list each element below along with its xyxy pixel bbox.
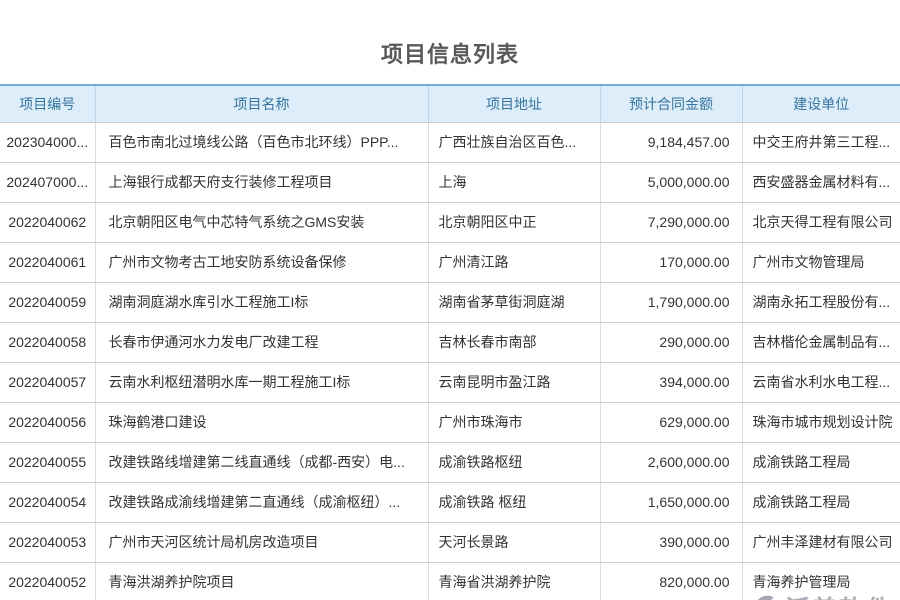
cell-addr: 广西壮族自治区百色... xyxy=(428,122,600,162)
cell-addr: 吉林长春市南部 xyxy=(428,322,600,362)
cell-code: 2022040057 xyxy=(0,362,95,402)
cell-unit: 西安盛器金属材料有... xyxy=(742,162,900,202)
cell-code: 2022040059 xyxy=(0,282,95,322)
cell-amount: 390,000.00 xyxy=(600,522,742,562)
cell-unit: 珠海市城市规划设计院 xyxy=(742,402,900,442)
cell-code: 2022040055 xyxy=(0,442,95,482)
table-row[interactable]: 202407000...上海银行成都天府支行装修工程项目上海5,000,000.… xyxy=(0,162,900,202)
cell-unit: 广州丰泽建材有限公司 xyxy=(742,522,900,562)
table-row[interactable]: 2022040061广州市文物考古工地安防系统设备保修广州清江路170,000.… xyxy=(0,242,900,282)
cell-unit: 中交王府井第三工程... xyxy=(742,122,900,162)
cell-code: 2022040052 xyxy=(0,562,95,600)
cell-code: 2022040062 xyxy=(0,202,95,242)
cell-unit: 广州市文物管理局 xyxy=(742,242,900,282)
cell-name: 广州市天河区统计局机房改造项目 xyxy=(95,522,428,562)
cell-code: 2022040054 xyxy=(0,482,95,522)
cell-name: 珠海鹤港口建设 xyxy=(95,402,428,442)
table-header-row: 项目编号 项目名称 项目地址 预计合同金额 建设单位 xyxy=(0,85,900,122)
cell-unit: 云南省水利水电工程... xyxy=(742,362,900,402)
cell-addr: 湖南省茅草街洞庭湖 xyxy=(428,282,600,322)
table-row[interactable]: 2022040056珠海鹤港口建设广州市珠海市629,000.00珠海市城市规划… xyxy=(0,402,900,442)
cell-name: 百色市南北过境线公路（百色市北环线）PPP... xyxy=(95,122,428,162)
cell-amount: 290,000.00 xyxy=(600,322,742,362)
cell-unit: 成渝铁路工程局 xyxy=(742,442,900,482)
cell-amount: 2,600,000.00 xyxy=(600,442,742,482)
cell-addr: 天河长景路 xyxy=(428,522,600,562)
table-body: 202304000...百色市南北过境线公路（百色市北环线）PPP...广西壮族… xyxy=(0,122,900,600)
cell-addr: 北京朝阳区中正 xyxy=(428,202,600,242)
table-row[interactable]: 2022040053广州市天河区统计局机房改造项目天河长景路390,000.00… xyxy=(0,522,900,562)
cell-name: 湖南洞庭湖水库引水工程施工I标 xyxy=(95,282,428,322)
cell-amount: 1,790,000.00 xyxy=(600,282,742,322)
cell-name: 长春市伊通河水力发电厂改建工程 xyxy=(95,322,428,362)
cell-amount: 7,290,000.00 xyxy=(600,202,742,242)
cell-code: 2022040056 xyxy=(0,402,95,442)
table-row[interactable]: 2022040062北京朝阳区电气中芯特气系统之GMS安装北京朝阳区中正7,29… xyxy=(0,202,900,242)
cell-code: 202304000... xyxy=(0,122,95,162)
column-header-code[interactable]: 项目编号 xyxy=(0,85,95,122)
cell-name: 青海洪湖养护院项目 xyxy=(95,562,428,600)
cell-code: 2022040061 xyxy=(0,242,95,282)
cell-amount: 1,650,000.00 xyxy=(600,482,742,522)
cell-name: 北京朝阳区电气中芯特气系统之GMS安装 xyxy=(95,202,428,242)
cell-amount: 394,000.00 xyxy=(600,362,742,402)
cell-unit: 北京天得工程有限公司 xyxy=(742,202,900,242)
page-title: 项目信息列表 xyxy=(0,42,900,68)
cell-name: 改建铁路成渝线增建第二直通线（成渝枢纽）... xyxy=(95,482,428,522)
table-row[interactable]: 2022040058长春市伊通河水力发电厂改建工程吉林长春市南部290,000.… xyxy=(0,322,900,362)
cell-addr: 上海 xyxy=(428,162,600,202)
cell-name: 广州市文物考古工地安防系统设备保修 xyxy=(95,242,428,282)
table-row[interactable]: 2022040052青海洪湖养护院项目青海省洪湖养护院820,000.00青海养… xyxy=(0,562,900,600)
cell-unit: 青海养护管理局 xyxy=(742,562,900,600)
cell-code: 202407000... xyxy=(0,162,95,202)
cell-unit: 吉林楷伦金属制品有... xyxy=(742,322,900,362)
cell-addr: 广州市珠海市 xyxy=(428,402,600,442)
cell-addr: 青海省洪湖养护院 xyxy=(428,562,600,600)
cell-name: 改建铁路线增建第二线直通线（成都-西安）电... xyxy=(95,442,428,482)
cell-amount: 629,000.00 xyxy=(600,402,742,442)
cell-code: 2022040058 xyxy=(0,322,95,362)
table-row[interactable]: 202304000...百色市南北过境线公路（百色市北环线）PPP...广西壮族… xyxy=(0,122,900,162)
cell-code: 2022040053 xyxy=(0,522,95,562)
cell-unit: 成渝铁路工程局 xyxy=(742,482,900,522)
cell-amount: 170,000.00 xyxy=(600,242,742,282)
cell-name: 上海银行成都天府支行装修工程项目 xyxy=(95,162,428,202)
column-header-unit[interactable]: 建设单位 xyxy=(742,85,900,122)
table-row[interactable]: 2022040054改建铁路成渝线增建第二直通线（成渝枢纽）...成渝铁路 枢纽… xyxy=(0,482,900,522)
cell-addr: 成渝铁路 枢纽 xyxy=(428,482,600,522)
column-header-addr[interactable]: 项目地址 xyxy=(428,85,600,122)
project-table: 项目编号 项目名称 项目地址 预计合同金额 建设单位 202304000...百… xyxy=(0,84,900,600)
table-row[interactable]: 2022040057云南水利枢纽潜明水库一期工程施工I标云南昆明市盈江路394,… xyxy=(0,362,900,402)
cell-unit: 湖南永拓工程股份有... xyxy=(742,282,900,322)
table-row[interactable]: 2022040059湖南洞庭湖水库引水工程施工I标湖南省茅草街洞庭湖1,790,… xyxy=(0,282,900,322)
cell-amount: 820,000.00 xyxy=(600,562,742,600)
column-header-amount[interactable]: 预计合同金额 xyxy=(600,85,742,122)
project-list-page: 项目信息列表 项目编号 项目名称 项目地址 预计合同金额 建设单位 202304… xyxy=(0,42,900,600)
cell-amount: 9,184,457.00 xyxy=(600,122,742,162)
cell-amount: 5,000,000.00 xyxy=(600,162,742,202)
table-row[interactable]: 2022040055改建铁路线增建第二线直通线（成都-西安）电...成渝铁路枢纽… xyxy=(0,442,900,482)
cell-addr: 广州清江路 xyxy=(428,242,600,282)
cell-addr: 成渝铁路枢纽 xyxy=(428,442,600,482)
column-header-name[interactable]: 项目名称 xyxy=(95,85,428,122)
cell-name: 云南水利枢纽潜明水库一期工程施工I标 xyxy=(95,362,428,402)
cell-addr: 云南昆明市盈江路 xyxy=(428,362,600,402)
